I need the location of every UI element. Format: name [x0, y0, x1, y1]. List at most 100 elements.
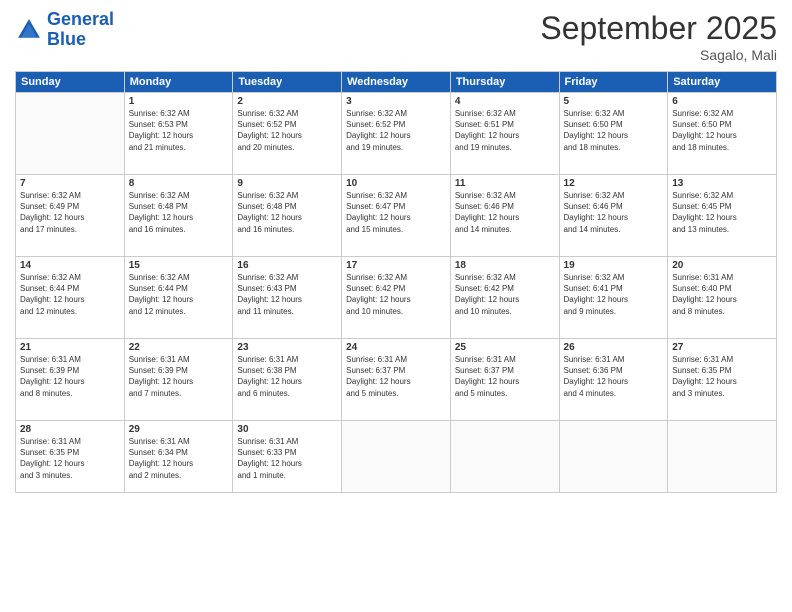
week-row-1: 7Sunrise: 6:32 AM Sunset: 6:49 PM Daylig… — [16, 175, 777, 257]
header-row: Sunday Monday Tuesday Wednesday Thursday… — [16, 72, 777, 93]
day-info: Sunrise: 6:31 AM Sunset: 6:35 PM Dayligh… — [20, 436, 120, 481]
page: General Blue September 2025 Sagalo, Mali… — [0, 0, 792, 612]
day-cell: 25Sunrise: 6:31 AM Sunset: 6:37 PM Dayli… — [450, 339, 559, 421]
week-row-3: 21Sunrise: 6:31 AM Sunset: 6:39 PM Dayli… — [16, 339, 777, 421]
day-number: 19 — [564, 260, 664, 271]
day-cell: 21Sunrise: 6:31 AM Sunset: 6:39 PM Dayli… — [16, 339, 125, 421]
day-info: Sunrise: 6:32 AM Sunset: 6:46 PM Dayligh… — [455, 190, 555, 235]
day-number: 8 — [129, 178, 229, 189]
day-number: 9 — [237, 178, 337, 189]
day-info: Sunrise: 6:32 AM Sunset: 6:42 PM Dayligh… — [455, 272, 555, 317]
day-info: Sunrise: 6:31 AM Sunset: 6:35 PM Dayligh… — [672, 354, 772, 399]
day-cell: 17Sunrise: 6:32 AM Sunset: 6:42 PM Dayli… — [342, 257, 451, 339]
day-cell — [450, 421, 559, 493]
logo-text: General Blue — [47, 10, 114, 50]
day-info: Sunrise: 6:32 AM Sunset: 6:48 PM Dayligh… — [237, 190, 337, 235]
day-cell: 23Sunrise: 6:31 AM Sunset: 6:38 PM Dayli… — [233, 339, 342, 421]
day-info: Sunrise: 6:32 AM Sunset: 6:45 PM Dayligh… — [672, 190, 772, 235]
day-cell: 10Sunrise: 6:32 AM Sunset: 6:47 PM Dayli… — [342, 175, 451, 257]
day-number: 24 — [346, 342, 446, 353]
day-info: Sunrise: 6:31 AM Sunset: 6:33 PM Dayligh… — [237, 436, 337, 481]
day-cell: 13Sunrise: 6:32 AM Sunset: 6:45 PM Dayli… — [668, 175, 777, 257]
day-cell: 27Sunrise: 6:31 AM Sunset: 6:35 PM Dayli… — [668, 339, 777, 421]
day-info: Sunrise: 6:32 AM Sunset: 6:48 PM Dayligh… — [129, 190, 229, 235]
col-tuesday: Tuesday — [233, 72, 342, 93]
day-number: 22 — [129, 342, 229, 353]
day-number: 17 — [346, 260, 446, 271]
day-cell: 8Sunrise: 6:32 AM Sunset: 6:48 PM Daylig… — [124, 175, 233, 257]
col-thursday: Thursday — [450, 72, 559, 93]
day-number: 12 — [564, 178, 664, 189]
day-number: 29 — [129, 424, 229, 435]
logo-icon — [15, 16, 43, 44]
day-number: 28 — [20, 424, 120, 435]
day-cell: 29Sunrise: 6:31 AM Sunset: 6:34 PM Dayli… — [124, 421, 233, 493]
day-number: 7 — [20, 178, 120, 189]
col-friday: Friday — [559, 72, 668, 93]
day-cell: 11Sunrise: 6:32 AM Sunset: 6:46 PM Dayli… — [450, 175, 559, 257]
col-sunday: Sunday — [16, 72, 125, 93]
col-wednesday: Wednesday — [342, 72, 451, 93]
day-info: Sunrise: 6:31 AM Sunset: 6:37 PM Dayligh… — [346, 354, 446, 399]
logo-line2: Blue — [47, 29, 86, 49]
logo: General Blue — [15, 10, 114, 50]
header: General Blue September 2025 Sagalo, Mali — [15, 10, 777, 63]
day-cell: 14Sunrise: 6:32 AM Sunset: 6:44 PM Dayli… — [16, 257, 125, 339]
day-number: 15 — [129, 260, 229, 271]
day-info: Sunrise: 6:32 AM Sunset: 6:52 PM Dayligh… — [346, 108, 446, 153]
day-info: Sunrise: 6:32 AM Sunset: 6:47 PM Dayligh… — [346, 190, 446, 235]
day-number: 1 — [129, 96, 229, 107]
title-block: September 2025 Sagalo, Mali — [540, 10, 777, 63]
day-number: 6 — [672, 96, 772, 107]
day-info: Sunrise: 6:31 AM Sunset: 6:34 PM Dayligh… — [129, 436, 229, 481]
day-number: 18 — [455, 260, 555, 271]
logo-line1: General — [47, 9, 114, 29]
day-cell: 16Sunrise: 6:32 AM Sunset: 6:43 PM Dayli… — [233, 257, 342, 339]
day-info: Sunrise: 6:32 AM Sunset: 6:46 PM Dayligh… — [564, 190, 664, 235]
day-info: Sunrise: 6:31 AM Sunset: 6:39 PM Dayligh… — [20, 354, 120, 399]
day-number: 30 — [237, 424, 337, 435]
day-number: 23 — [237, 342, 337, 353]
day-cell: 19Sunrise: 6:32 AM Sunset: 6:41 PM Dayli… — [559, 257, 668, 339]
day-info: Sunrise: 6:32 AM Sunset: 6:43 PM Dayligh… — [237, 272, 337, 317]
day-number: 4 — [455, 96, 555, 107]
day-number: 3 — [346, 96, 446, 107]
day-number: 2 — [237, 96, 337, 107]
day-cell — [16, 93, 125, 175]
day-cell: 30Sunrise: 6:31 AM Sunset: 6:33 PM Dayli… — [233, 421, 342, 493]
col-saturday: Saturday — [668, 72, 777, 93]
day-info: Sunrise: 6:32 AM Sunset: 6:42 PM Dayligh… — [346, 272, 446, 317]
day-cell: 15Sunrise: 6:32 AM Sunset: 6:44 PM Dayli… — [124, 257, 233, 339]
location: Sagalo, Mali — [540, 47, 777, 63]
col-monday: Monday — [124, 72, 233, 93]
day-info: Sunrise: 6:32 AM Sunset: 6:53 PM Dayligh… — [129, 108, 229, 153]
day-cell — [559, 421, 668, 493]
week-row-4: 28Sunrise: 6:31 AM Sunset: 6:35 PM Dayli… — [16, 421, 777, 493]
day-info: Sunrise: 6:31 AM Sunset: 6:40 PM Dayligh… — [672, 272, 772, 317]
day-number: 20 — [672, 260, 772, 271]
day-cell: 28Sunrise: 6:31 AM Sunset: 6:35 PM Dayli… — [16, 421, 125, 493]
day-cell: 26Sunrise: 6:31 AM Sunset: 6:36 PM Dayli… — [559, 339, 668, 421]
day-cell: 24Sunrise: 6:31 AM Sunset: 6:37 PM Dayli… — [342, 339, 451, 421]
day-number: 13 — [672, 178, 772, 189]
day-cell: 18Sunrise: 6:32 AM Sunset: 6:42 PM Dayli… — [450, 257, 559, 339]
day-cell: 12Sunrise: 6:32 AM Sunset: 6:46 PM Dayli… — [559, 175, 668, 257]
day-info: Sunrise: 6:32 AM Sunset: 6:44 PM Dayligh… — [129, 272, 229, 317]
day-number: 26 — [564, 342, 664, 353]
day-info: Sunrise: 6:32 AM Sunset: 6:51 PM Dayligh… — [455, 108, 555, 153]
week-row-0: 1Sunrise: 6:32 AM Sunset: 6:53 PM Daylig… — [16, 93, 777, 175]
day-info: Sunrise: 6:31 AM Sunset: 6:39 PM Dayligh… — [129, 354, 229, 399]
day-cell: 3Sunrise: 6:32 AM Sunset: 6:52 PM Daylig… — [342, 93, 451, 175]
week-row-2: 14Sunrise: 6:32 AM Sunset: 6:44 PM Dayli… — [16, 257, 777, 339]
day-cell — [668, 421, 777, 493]
day-number: 5 — [564, 96, 664, 107]
day-cell: 1Sunrise: 6:32 AM Sunset: 6:53 PM Daylig… — [124, 93, 233, 175]
day-number: 25 — [455, 342, 555, 353]
month-title: September 2025 — [540, 10, 777, 47]
day-number: 10 — [346, 178, 446, 189]
calendar-table: Sunday Monday Tuesday Wednesday Thursday… — [15, 71, 777, 493]
day-info: Sunrise: 6:31 AM Sunset: 6:38 PM Dayligh… — [237, 354, 337, 399]
day-cell: 4Sunrise: 6:32 AM Sunset: 6:51 PM Daylig… — [450, 93, 559, 175]
day-number: 21 — [20, 342, 120, 353]
day-cell: 5Sunrise: 6:32 AM Sunset: 6:50 PM Daylig… — [559, 93, 668, 175]
